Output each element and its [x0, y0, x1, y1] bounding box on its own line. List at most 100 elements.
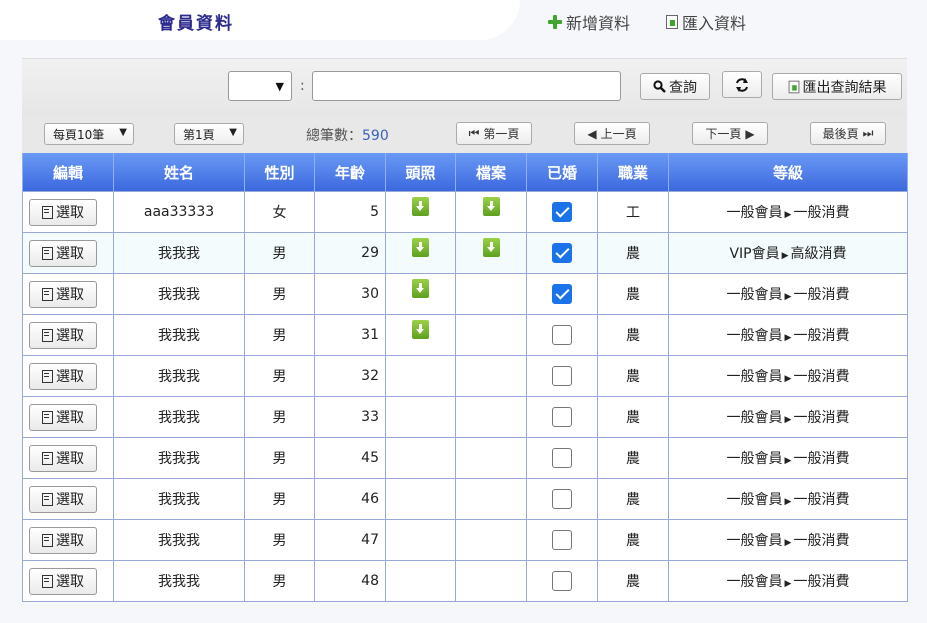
married-cell	[526, 437, 598, 479]
first-page-button[interactable]: ⏮ 第一頁	[456, 122, 532, 145]
married-checkbox[interactable]	[552, 325, 572, 345]
select-row-button[interactable]: 選取	[29, 567, 97, 595]
age-cell: 5	[314, 191, 386, 233]
search-input[interactable]	[312, 71, 621, 101]
married-checkbox[interactable]	[552, 530, 572, 550]
select-row-button[interactable]: 選取	[29, 526, 97, 554]
photo-cell	[385, 232, 456, 274]
chevron-down-icon: ▼	[229, 127, 237, 138]
age-cell: 30	[314, 273, 386, 315]
age-cell: 47	[314, 519, 386, 561]
query-button[interactable]: 查詢	[640, 73, 710, 100]
select-row-button[interactable]: 選取	[29, 362, 97, 390]
total-count-value: 590	[362, 128, 389, 144]
page-size-select[interactable]: 每頁10筆 ▼	[44, 123, 134, 145]
caret-right-icon: ▶	[784, 538, 792, 548]
prev-page-button[interactable]: ◀ 上一頁	[574, 122, 650, 145]
column-header-age[interactable]: 年齡	[314, 153, 386, 192]
member-level: 一般會員	[726, 369, 783, 385]
column-header-job[interactable]: 職業	[597, 153, 669, 192]
edit-cell: 選取	[22, 437, 114, 479]
member-level: 一般會員	[726, 205, 783, 221]
caret-right-icon: ▶	[784, 333, 792, 343]
select-row-button[interactable]: 選取	[29, 485, 97, 513]
add-record-link[interactable]: 新增資料	[548, 10, 630, 34]
edit-icon	[42, 205, 53, 219]
edit-cell: 選取	[22, 396, 114, 438]
file-cell	[455, 273, 527, 315]
level-cell: 一般會員 ▶ 一般消費	[668, 273, 908, 315]
edit-icon	[42, 533, 53, 547]
select-row-label: 選取	[56, 328, 84, 344]
download-photo-icon[interactable]	[412, 319, 429, 339]
file-cell	[455, 232, 527, 274]
age-cell: 48	[314, 560, 386, 602]
married-checkbox[interactable]	[552, 366, 572, 386]
column-header-file: 檔案	[455, 153, 527, 192]
job-cell: 農	[597, 396, 669, 438]
file-cell	[455, 437, 527, 479]
married-checkbox[interactable]	[552, 571, 572, 591]
column-header-name[interactable]: 姓名	[113, 153, 245, 192]
married-checkbox[interactable]	[552, 243, 572, 263]
married-checkbox[interactable]	[552, 284, 572, 304]
table-row: 選取 我我我男 45 農一般會員 ▶ 一般消費	[22, 437, 908, 479]
select-row-label: 選取	[56, 287, 84, 303]
job-cell: 農	[597, 478, 669, 520]
export-file-icon	[788, 80, 799, 93]
next-page-button[interactable]: 下一頁 ▶	[692, 122, 768, 145]
column-header-married[interactable]: 已婚	[526, 153, 598, 192]
export-results-button[interactable]: 匯出查詢結果	[772, 73, 902, 100]
chevron-down-icon: ▼	[275, 80, 284, 93]
spending-level: 一般消費	[793, 287, 850, 303]
level-cell: 一般會員 ▶ 一般消費	[668, 396, 908, 438]
age-cell: 32	[314, 355, 386, 397]
married-cell	[526, 519, 598, 561]
spending-level: 一般消費	[793, 451, 850, 467]
edit-cell: 選取	[22, 560, 114, 602]
title-tab	[0, 0, 520, 40]
married-checkbox[interactable]	[552, 407, 572, 427]
married-checkbox[interactable]	[552, 489, 572, 509]
married-checkbox[interactable]	[552, 448, 572, 468]
download-photo-icon[interactable]	[412, 237, 429, 257]
add-record-label: 新增資料	[566, 14, 631, 33]
edit-cell: 選取	[22, 355, 114, 397]
column-header-gender[interactable]: 性別	[244, 153, 315, 192]
refresh-button[interactable]	[722, 71, 762, 98]
prev-page-label: 上一頁	[600, 127, 637, 141]
download-photo-icon[interactable]	[412, 278, 429, 298]
married-checkbox[interactable]	[552, 202, 572, 222]
select-row-button[interactable]: 選取	[29, 321, 97, 349]
select-row-label: 選取	[56, 492, 84, 508]
download-file-icon[interactable]	[482, 237, 500, 257]
select-row-button[interactable]: 選取	[29, 239, 97, 267]
file-cell	[455, 396, 527, 438]
edit-icon	[42, 328, 53, 342]
photo-cell	[385, 519, 456, 561]
search-field-select[interactable]: ▼	[228, 71, 292, 101]
download-photo-icon[interactable]	[412, 196, 429, 216]
spending-level: 一般消費	[793, 369, 850, 385]
gender-cell: 男	[244, 232, 315, 274]
job-cell: 農	[597, 232, 669, 274]
married-cell	[526, 560, 598, 602]
download-file-icon[interactable]	[482, 196, 500, 216]
age-cell: 46	[314, 478, 386, 520]
select-row-button[interactable]: 選取	[29, 444, 97, 472]
last-page-button[interactable]: 最後頁 ⏭	[810, 122, 886, 145]
select-row-button[interactable]: 選取	[29, 198, 97, 226]
page-number-select[interactable]: 第1頁 ▼	[174, 123, 244, 145]
gender-cell: 男	[244, 560, 315, 602]
member-level: 一般會員	[726, 451, 783, 467]
select-row-button[interactable]: 選取	[29, 280, 97, 308]
import-record-link[interactable]: 匯入資料	[666, 10, 746, 34]
column-header-level[interactable]: 等級	[668, 153, 908, 192]
select-row-button[interactable]: 選取	[29, 403, 97, 431]
file-cell	[455, 191, 527, 233]
select-row-label: 選取	[56, 451, 84, 467]
married-cell	[526, 396, 598, 438]
select-row-label: 選取	[56, 246, 84, 262]
refresh-icon	[736, 77, 748, 92]
job-cell: 農	[597, 314, 669, 356]
